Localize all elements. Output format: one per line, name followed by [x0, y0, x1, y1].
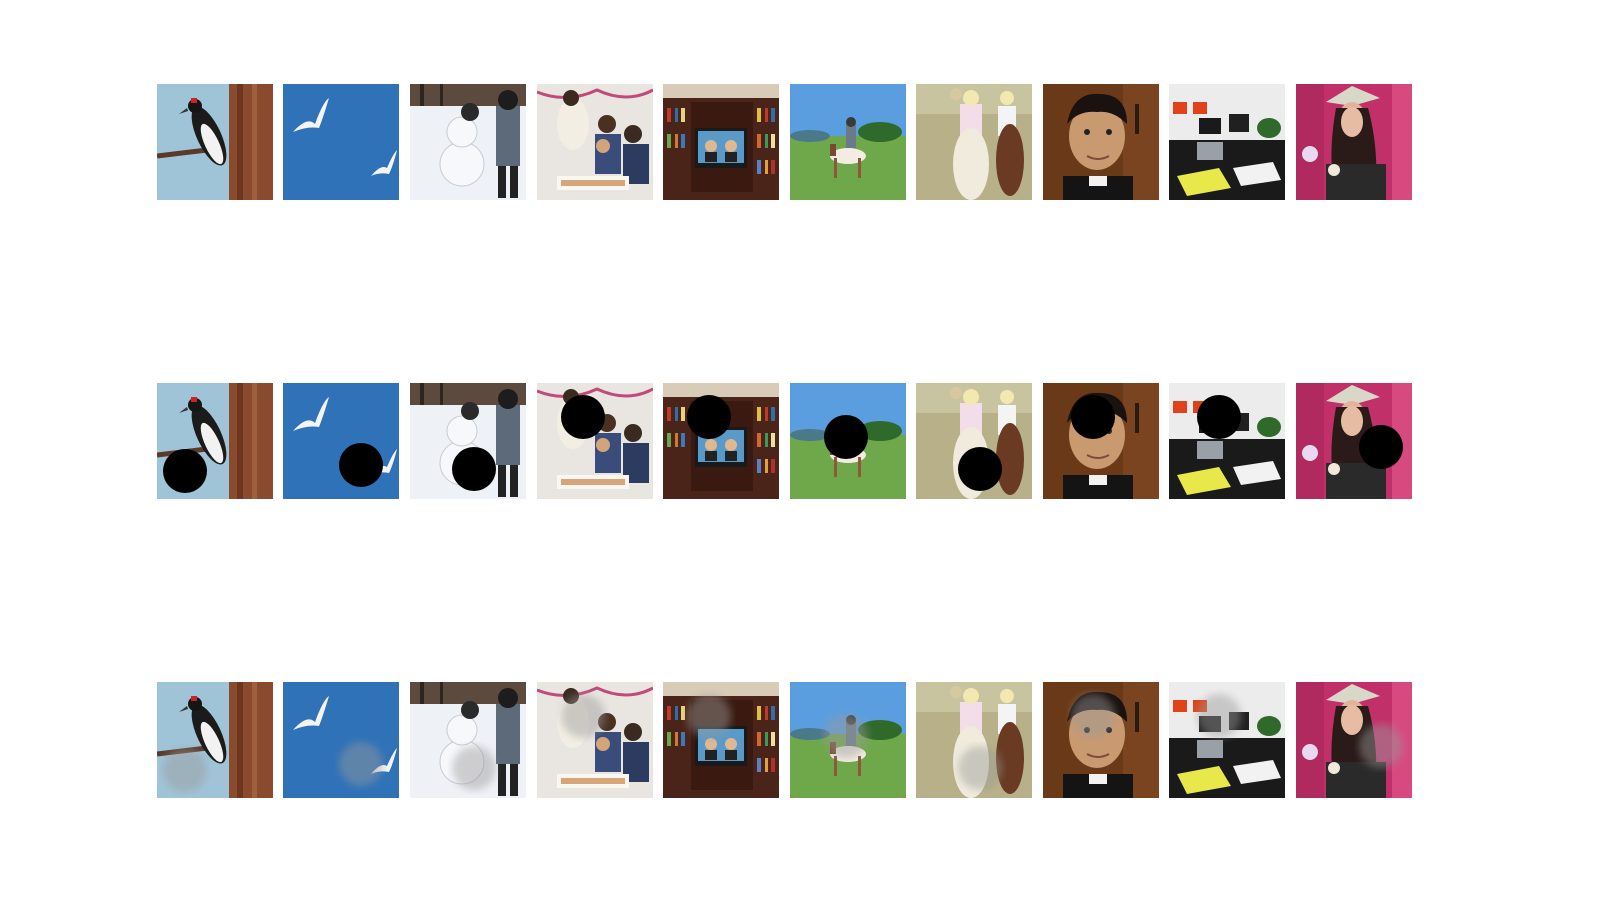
masked-thumbnail-woman-with-hat: [1296, 383, 1412, 499]
woodpecker-on-tree-photo: [157, 682, 273, 798]
inpainted-region: [958, 746, 1002, 790]
mask-circle: [163, 449, 207, 493]
inpainted-thumbnail-woodpecker-on-tree: [157, 682, 273, 798]
masked-thumbnail-trail-ride-horses: [916, 383, 1032, 499]
inpainted-thumbnail-snowman-and-boy: [410, 682, 526, 798]
inpainted-region: [452, 746, 496, 790]
woodpecker-on-tree-photo: [157, 84, 273, 200]
tv-in-bookshelf-photo: [663, 84, 779, 200]
original-thumbnail-boy-portrait: [1043, 84, 1159, 200]
woman-with-hat-photo: [1296, 682, 1412, 798]
woodpecker-on-tree-photo: [157, 383, 273, 499]
inpainted-thumbnail-tv-in-bookshelf: [663, 682, 779, 798]
family-cake-party-photo: [537, 84, 653, 200]
mask-circle: [1359, 425, 1403, 469]
mask-circle: [1071, 395, 1115, 439]
mask-circle: [824, 415, 868, 459]
original-thumbnail-family-cake-party: [537, 84, 653, 200]
inpainted-region: [1071, 694, 1115, 738]
mask-circle: [1197, 395, 1241, 439]
original-thumbnail-snowman-and-boy: [410, 84, 526, 200]
original-thumbnail-rider-horse-meadow: [790, 84, 906, 200]
rider-horse-meadow-photo: [790, 383, 906, 499]
rider-horse-meadow-photo: [790, 84, 906, 200]
masked-thumbnail-office-desk: [1169, 383, 1285, 499]
inpainted-thumbnail-woman-with-hat: [1296, 682, 1412, 798]
mask-circle: [687, 395, 731, 439]
masked-thumbnail-boy-portrait: [1043, 383, 1159, 499]
original-thumbnail-office-desk: [1169, 84, 1285, 200]
family-cake-party-photo: [537, 383, 653, 499]
original-thumbnail-tv-in-bookshelf: [663, 84, 779, 200]
woman-with-hat-photo: [1296, 84, 1412, 200]
rider-horse-meadow-photo: [790, 682, 906, 798]
inpainted-region: [561, 694, 605, 738]
tv-in-bookshelf-photo: [663, 682, 779, 798]
masked-thumbnail-snowman-and-boy: [410, 383, 526, 499]
boy-portrait-photo: [1043, 682, 1159, 798]
mask-circle: [958, 447, 1002, 491]
original-thumbnail-woman-with-hat: [1296, 84, 1412, 200]
woman-with-hat-photo: [1296, 383, 1412, 499]
boy-portrait-photo: [1043, 383, 1159, 499]
mask-circle: [561, 395, 605, 439]
inpainted-region: [1359, 724, 1403, 768]
snowman-and-boy-photo: [410, 84, 526, 200]
inpainted-thumbnail-boy-portrait: [1043, 682, 1159, 798]
masked-thumbnail-rider-horse-meadow: [790, 383, 906, 499]
inpainted-region: [687, 694, 731, 738]
inpainted-thumbnail-gulls-in-blue-sky: [283, 682, 399, 798]
snowman-and-boy-photo: [410, 682, 526, 798]
tv-in-bookshelf-photo: [663, 383, 779, 499]
office-desk-photo: [1169, 682, 1285, 798]
inpainted-thumbnail-trail-ride-horses: [916, 682, 1032, 798]
masked-thumbnail-family-cake-party: [537, 383, 653, 499]
original-thumbnail-gulls-in-blue-sky: [283, 84, 399, 200]
original-thumbnail-trail-ride-horses: [916, 84, 1032, 200]
inpainted-region: [824, 714, 868, 758]
boy-portrait-photo: [1043, 84, 1159, 200]
original-thumbnail-woodpecker-on-tree: [157, 84, 273, 200]
mask-circle: [339, 443, 383, 487]
gulls-in-blue-sky-photo: [283, 682, 399, 798]
office-desk-photo: [1169, 84, 1285, 200]
inpainted-thumbnail-office-desk: [1169, 682, 1285, 798]
masked-thumbnail-tv-in-bookshelf: [663, 383, 779, 499]
trail-ride-horses-photo: [916, 682, 1032, 798]
inpainted-region: [339, 742, 383, 786]
trail-ride-horses-photo: [916, 383, 1032, 499]
trail-ride-horses-photo: [916, 84, 1032, 200]
inpainted-region: [163, 748, 207, 792]
mask-circle: [452, 447, 496, 491]
office-desk-photo: [1169, 383, 1285, 499]
masked-thumbnail-gulls-in-blue-sky: [283, 383, 399, 499]
inpainted-thumbnail-rider-horse-meadow: [790, 682, 906, 798]
gulls-in-blue-sky-photo: [283, 383, 399, 499]
gulls-in-blue-sky-photo: [283, 84, 399, 200]
snowman-and-boy-photo: [410, 383, 526, 499]
family-cake-party-photo: [537, 682, 653, 798]
inpainted-thumbnail-family-cake-party: [537, 682, 653, 798]
inpainted-region: [1197, 694, 1241, 738]
masked-thumbnail-woodpecker-on-tree: [157, 383, 273, 499]
